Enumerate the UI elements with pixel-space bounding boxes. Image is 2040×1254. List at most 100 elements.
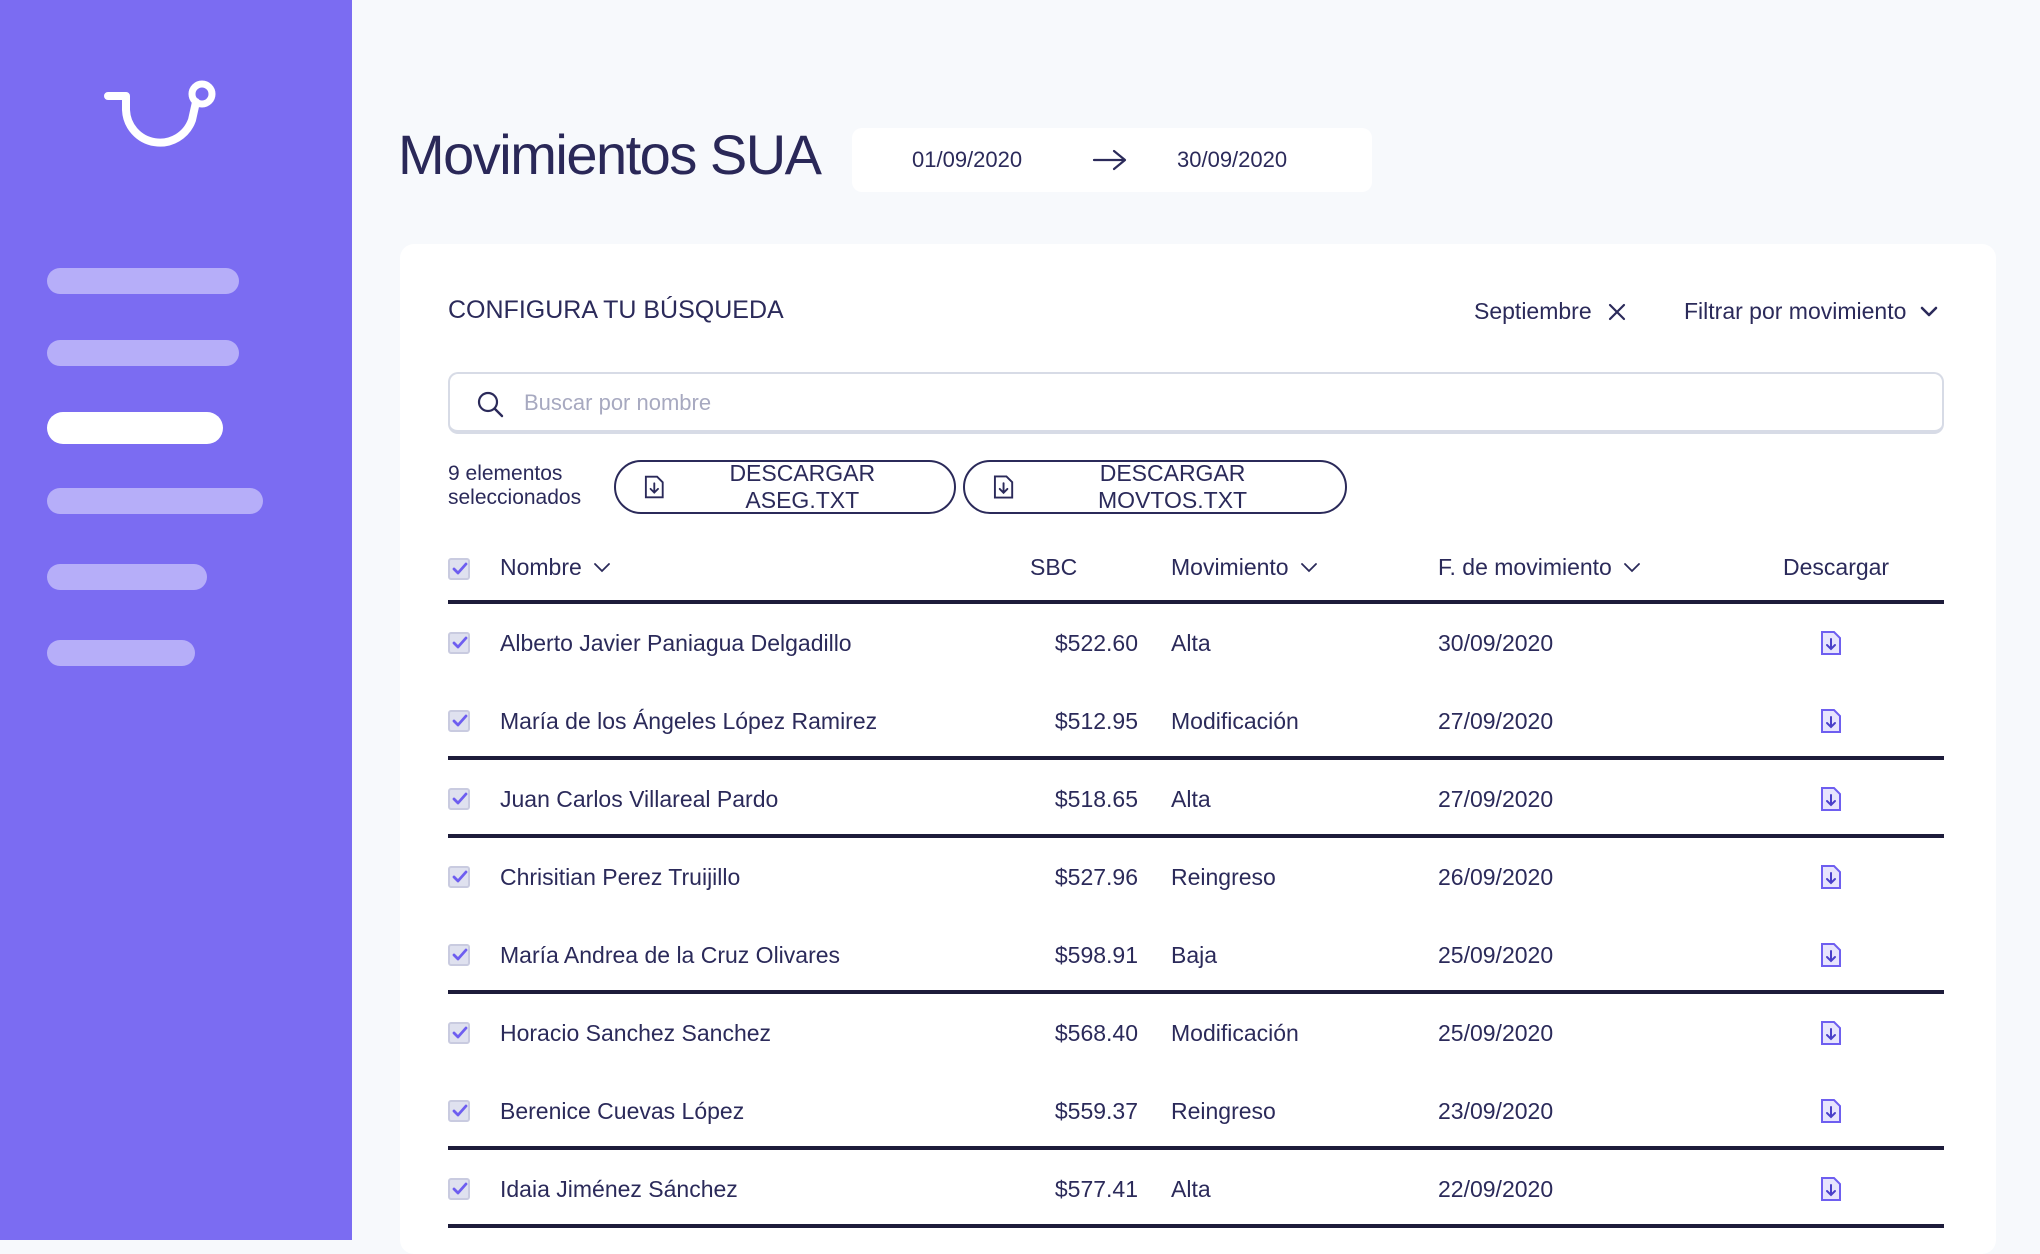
check-icon bbox=[452, 636, 468, 649]
table-row[interactable]: Horacio Sanchez Sanchez $568.40 Modificaci… bbox=[448, 994, 1944, 1072]
chevron-down-icon bbox=[1300, 562, 1317, 572]
row-date: 22/09/2020 bbox=[1438, 1176, 1554, 1202]
header-movement-date-label: F. de movimiento bbox=[1438, 554, 1612, 580]
file-download-icon[interactable] bbox=[1820, 864, 1842, 890]
row-movement: Alta bbox=[1171, 1176, 1211, 1202]
table-row[interactable]: Berenice Cuevas López $559.37 Reingreso 23/… bbox=[448, 1072, 1944, 1150]
search-card: CONFIGURA TU BÚSQUEDA Septiembre Filtrar… bbox=[400, 244, 1996, 1254]
header-movement-date[interactable]: F. de movimiento bbox=[1438, 554, 1640, 581]
sidebar bbox=[0, 0, 352, 1240]
download-aseg-label: DESCARGAR ASEG.TXT bbox=[729, 460, 876, 513]
row-sbc: $559.37 bbox=[1054, 1098, 1138, 1124]
chevron-down-icon bbox=[1921, 306, 1938, 316]
file-download-icon[interactable] bbox=[1820, 786, 1842, 812]
row-checkbox[interactable] bbox=[448, 632, 470, 660]
header-movement[interactable]: Movimiento bbox=[1171, 554, 1317, 581]
arrow-right-icon bbox=[1092, 149, 1127, 171]
row-date: 23/09/2020 bbox=[1438, 1098, 1554, 1124]
check-icon bbox=[452, 714, 468, 727]
row-checkbox[interactable] bbox=[448, 866, 470, 894]
checkbox-checked bbox=[448, 1022, 470, 1044]
header-name-label: Nombre bbox=[500, 554, 582, 580]
table-row[interactable]: María de los Ángeles López Ramirez $512.9… bbox=[448, 682, 1944, 760]
check-icon bbox=[452, 948, 468, 961]
row-movement: Baja bbox=[1171, 942, 1218, 968]
row-date: 27/09/2020 bbox=[1438, 708, 1554, 734]
row-movement: Reingreso bbox=[1171, 1098, 1276, 1124]
movement-filter-label: Filtrar por movimiento bbox=[1684, 298, 1907, 324]
config-title: CONFIGURA TU BÚSQUEDA bbox=[448, 296, 784, 324]
row-movement: Modificación bbox=[1171, 1020, 1299, 1046]
file-download-icon[interactable] bbox=[1820, 1176, 1842, 1202]
search-box[interactable] bbox=[448, 372, 1944, 434]
checkbox-checked bbox=[448, 710, 470, 732]
check-icon bbox=[452, 870, 468, 883]
checkbox-checked bbox=[448, 632, 470, 654]
download-aseg-button[interactable]: DESCARGAR ASEG.TXT bbox=[614, 460, 956, 514]
row-date: 26/09/2020 bbox=[1438, 864, 1554, 890]
sidebar-item-2[interactable] bbox=[47, 340, 239, 366]
file-download-icon[interactable] bbox=[1820, 1098, 1842, 1124]
check-icon bbox=[452, 562, 468, 575]
date-range-picker[interactable]: 01/09/2020 30/09/2020 bbox=[852, 128, 1372, 192]
row-sbc: $568.40 bbox=[1054, 1020, 1138, 1046]
row-checkbox[interactable] bbox=[448, 788, 470, 816]
table-row[interactable]: María Andrea de la Cruz Olivares $598.91 B… bbox=[448, 916, 1944, 994]
checkbox-checked bbox=[448, 1100, 470, 1122]
table-header: Nombre SBC Movimiento F. de movimiento D… bbox=[448, 554, 1944, 600]
file-download-icon[interactable] bbox=[1820, 942, 1842, 968]
row-date: 25/09/2020 bbox=[1438, 942, 1554, 968]
row-checkbox[interactable] bbox=[448, 710, 470, 738]
file-download-icon[interactable] bbox=[1820, 1020, 1842, 1046]
month-filter-chip[interactable]: Septiembre bbox=[1474, 298, 1626, 325]
row-name: Idaia Jiménez Sánchez bbox=[500, 1176, 738, 1202]
file-download-icon[interactable] bbox=[1820, 630, 1842, 656]
download-movtos-label: DESCARGAR MOVTOS.TXT bbox=[1098, 460, 1248, 513]
row-checkbox[interactable] bbox=[448, 1100, 470, 1128]
row-checkbox[interactable] bbox=[448, 1022, 470, 1050]
check-icon bbox=[452, 1026, 468, 1039]
file-download-icon bbox=[644, 475, 664, 499]
select-all-checkbox[interactable] bbox=[448, 558, 470, 580]
row-sbc: $527.96 bbox=[1054, 864, 1138, 890]
selected-count: 9 elementos seleccionados bbox=[448, 462, 598, 510]
checkbox-checked bbox=[448, 788, 470, 810]
date-from[interactable]: 01/09/2020 bbox=[912, 147, 1022, 173]
page-title: Movimientos SUA bbox=[398, 123, 822, 186]
row-date: 25/09/2020 bbox=[1438, 1020, 1554, 1046]
header-movement-label: Movimiento bbox=[1171, 554, 1289, 580]
row-name: Alberto Javier Paniagua Delgadillo bbox=[500, 630, 852, 656]
date-to[interactable]: 30/09/2020 bbox=[1177, 147, 1287, 173]
row-sbc: $598.91 bbox=[1054, 942, 1138, 968]
chevron-down-icon bbox=[593, 562, 610, 572]
sidebar-item-1[interactable] bbox=[47, 268, 239, 294]
table-body: Alberto Javier Paniagua Delgadillo $522.6… bbox=[448, 604, 1944, 1228]
download-movtos-button[interactable]: DESCARGAR MOVTOS.TXT bbox=[963, 460, 1347, 514]
row-date: 27/09/2020 bbox=[1438, 786, 1554, 812]
row-name: Horacio Sanchez Sanchez bbox=[500, 1020, 772, 1046]
row-sbc: $577.41 bbox=[1054, 1176, 1138, 1202]
table-row[interactable]: Idaia Jiménez Sánchez $577.41 Alta 22/09/20… bbox=[448, 1150, 1944, 1228]
row-checkbox[interactable] bbox=[448, 1178, 470, 1206]
table-row[interactable]: Alberto Javier Paniagua Delgadillo $522.6… bbox=[448, 604, 1944, 682]
search-input[interactable] bbox=[522, 382, 1906, 424]
checkbox-checked bbox=[448, 1178, 470, 1200]
search-icon bbox=[477, 391, 504, 418]
row-movement: Alta bbox=[1171, 786, 1211, 812]
sidebar-item-3-active[interactable] bbox=[47, 412, 223, 444]
header-download: Descargar bbox=[1783, 554, 1890, 580]
sidebar-item-6[interactable] bbox=[47, 640, 195, 666]
table-row[interactable]: Chrisitian Perez Truijillo $527.96 Reingre… bbox=[448, 838, 1944, 916]
checkbox-checked bbox=[448, 944, 470, 966]
row-checkbox[interactable] bbox=[448, 944, 470, 972]
sidebar-item-4[interactable] bbox=[47, 488, 263, 514]
header-sbc: SBC bbox=[1030, 554, 1078, 580]
close-icon[interactable] bbox=[1608, 303, 1626, 321]
header-name[interactable]: Nombre bbox=[500, 554, 610, 581]
movement-filter-dropdown[interactable]: Filtrar por movimiento bbox=[1684, 298, 1938, 325]
sidebar-item-5[interactable] bbox=[47, 564, 207, 590]
table-row[interactable]: Juan Carlos Villareal Pardo $518.65 Alta 27… bbox=[448, 760, 1944, 838]
row-movement: Alta bbox=[1171, 630, 1211, 656]
chevron-down-icon bbox=[1623, 562, 1640, 572]
file-download-icon[interactable] bbox=[1820, 708, 1842, 734]
